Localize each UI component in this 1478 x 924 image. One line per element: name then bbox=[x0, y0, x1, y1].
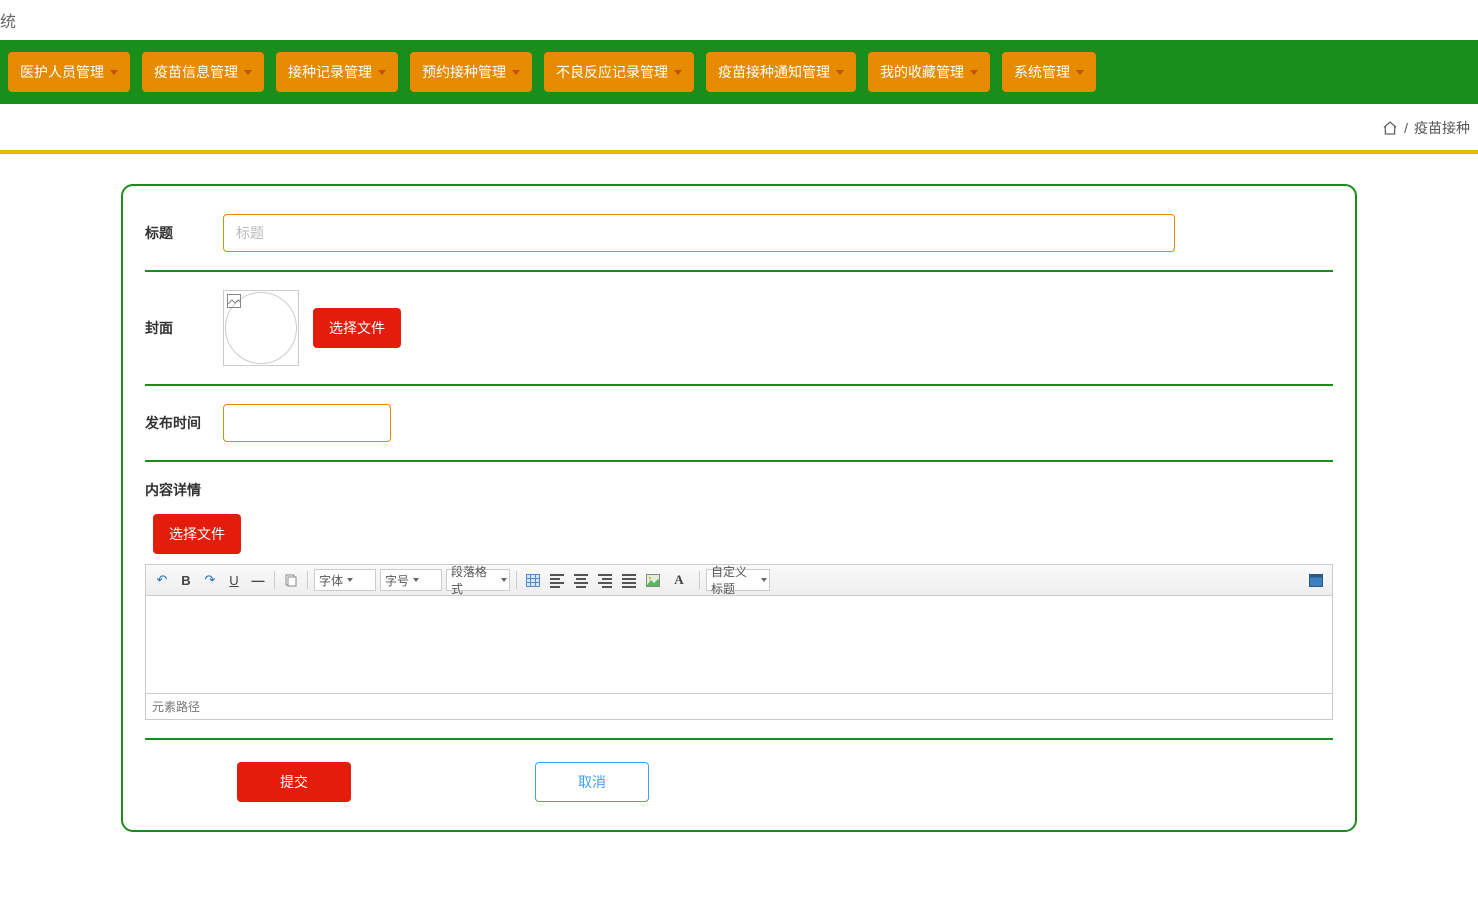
nav-item-label: 接种记录管理 bbox=[288, 62, 372, 82]
publish-time-input[interactable] bbox=[223, 404, 391, 442]
breadcrumb-separator: / bbox=[1404, 120, 1408, 136]
nav-item-label: 医护人员管理 bbox=[20, 62, 104, 82]
nav-item-label: 疫苗接种通知管理 bbox=[718, 62, 830, 82]
form-row-publish-time: 发布时间 bbox=[145, 404, 1333, 462]
cancel-button[interactable]: 取消 bbox=[535, 762, 649, 802]
custom-title-selected: 自定义标题 bbox=[711, 563, 757, 597]
submit-button[interactable]: 提交 bbox=[237, 762, 351, 802]
chevron-down-icon bbox=[1076, 70, 1084, 75]
cover-label: 封面 bbox=[145, 318, 223, 338]
font-color-icon[interactable]: A bbox=[667, 570, 693, 590]
detail-choose-file-button[interactable]: 选择文件 bbox=[153, 514, 241, 554]
align-right-icon[interactable] bbox=[595, 570, 615, 590]
custom-title-select[interactable]: 自定义标题 bbox=[706, 569, 770, 591]
breadcrumb-page: 疫苗接种 bbox=[1414, 118, 1470, 138]
nav-item-staff-manage[interactable]: 医护人员管理 bbox=[8, 52, 130, 92]
font-family-select[interactable]: 字体 bbox=[314, 569, 376, 591]
partial-system-title: 统 bbox=[0, 0, 1478, 40]
nav-item-label: 我的收藏管理 bbox=[880, 62, 964, 82]
detail-label: 内容详情 bbox=[145, 480, 223, 500]
chevron-down-icon bbox=[761, 578, 767, 582]
nav-item-label: 系统管理 bbox=[1014, 62, 1070, 82]
editor-toolbar: ↶ B ↷ U — 字体 字号 段落格式 bbox=[145, 564, 1333, 596]
align-justify-icon[interactable] bbox=[619, 570, 639, 590]
form-row-cover: 封面 选择文件 bbox=[145, 290, 1333, 386]
home-icon[interactable] bbox=[1382, 120, 1398, 136]
top-nav: 医护人员管理 疫苗信息管理 接种记录管理 预约接种管理 不良反应记录管理 疫苗接… bbox=[0, 40, 1478, 104]
chevron-down-icon bbox=[970, 70, 978, 75]
nav-item-vaccine-info[interactable]: 疫苗信息管理 bbox=[142, 52, 264, 92]
chevron-down-icon bbox=[501, 578, 507, 582]
chevron-down-icon bbox=[512, 70, 520, 75]
chevron-down-icon bbox=[244, 70, 252, 75]
toolbar-separator bbox=[274, 571, 275, 589]
chevron-down-icon bbox=[413, 578, 419, 582]
table-icon[interactable] bbox=[523, 570, 543, 590]
strikethrough-icon[interactable]: — bbox=[248, 570, 268, 590]
underline-icon[interactable]: U bbox=[224, 570, 244, 590]
editor-textarea[interactable] bbox=[145, 596, 1333, 694]
title-label: 标题 bbox=[145, 223, 223, 243]
font-size-selected: 字号 bbox=[385, 572, 409, 589]
chevron-down-icon bbox=[110, 70, 118, 75]
nav-item-label: 预约接种管理 bbox=[422, 62, 506, 82]
nav-item-notification[interactable]: 疫苗接种通知管理 bbox=[706, 52, 856, 92]
chevron-down-icon bbox=[674, 70, 682, 75]
nav-item-adverse-reaction[interactable]: 不良反应记录管理 bbox=[544, 52, 694, 92]
form-row-detail: 内容详情 选择文件 ↶ B ↷ U — 字体 bbox=[145, 480, 1333, 720]
nav-item-label: 不良反应记录管理 bbox=[556, 62, 668, 82]
form-card: 标题 封面 选择文件 发布时间 内容详情 选择文件 bbox=[121, 184, 1357, 832]
form-actions: 提交 取消 bbox=[145, 762, 1333, 802]
nav-item-inoculation-record[interactable]: 接种记录管理 bbox=[276, 52, 398, 92]
toolbar-separator bbox=[307, 571, 308, 589]
toolbar-separator bbox=[516, 571, 517, 589]
font-family-selected: 字体 bbox=[319, 572, 343, 589]
nav-item-label: 疫苗信息管理 bbox=[154, 62, 238, 82]
title-input[interactable] bbox=[223, 214, 1175, 252]
image-icon[interactable] bbox=[643, 570, 663, 590]
copy-icon[interactable] bbox=[281, 570, 301, 590]
cover-preview bbox=[223, 290, 299, 366]
toolbar-separator bbox=[699, 571, 700, 589]
nav-item-favorites[interactable]: 我的收藏管理 bbox=[868, 52, 990, 92]
font-size-select[interactable]: 字号 bbox=[380, 569, 442, 591]
bold-icon[interactable]: B bbox=[176, 570, 196, 590]
align-center-icon[interactable] bbox=[571, 570, 591, 590]
nav-item-system[interactable]: 系统管理 bbox=[1002, 52, 1096, 92]
undo-icon[interactable]: ↶ bbox=[152, 570, 172, 590]
breadcrumb: / 疫苗接种 bbox=[0, 104, 1478, 150]
editor-status-bar: 元素路径 bbox=[145, 694, 1333, 720]
cover-choose-file-button[interactable]: 选择文件 bbox=[313, 308, 401, 348]
paragraph-format-selected: 段落格式 bbox=[451, 563, 497, 597]
align-left-icon[interactable] bbox=[547, 570, 567, 590]
form-row-title: 标题 bbox=[145, 214, 1333, 272]
divider-accent bbox=[0, 150, 1478, 154]
paragraph-format-select[interactable]: 段落格式 bbox=[446, 569, 510, 591]
chevron-down-icon bbox=[347, 578, 353, 582]
nav-item-appointment[interactable]: 预约接种管理 bbox=[410, 52, 532, 92]
fullscreen-icon[interactable] bbox=[1306, 570, 1326, 590]
redo-icon[interactable]: ↷ bbox=[200, 570, 220, 590]
chevron-down-icon bbox=[836, 70, 844, 75]
publish-time-label: 发布时间 bbox=[145, 413, 223, 433]
broken-image-icon bbox=[227, 294, 241, 308]
chevron-down-icon bbox=[378, 70, 386, 75]
